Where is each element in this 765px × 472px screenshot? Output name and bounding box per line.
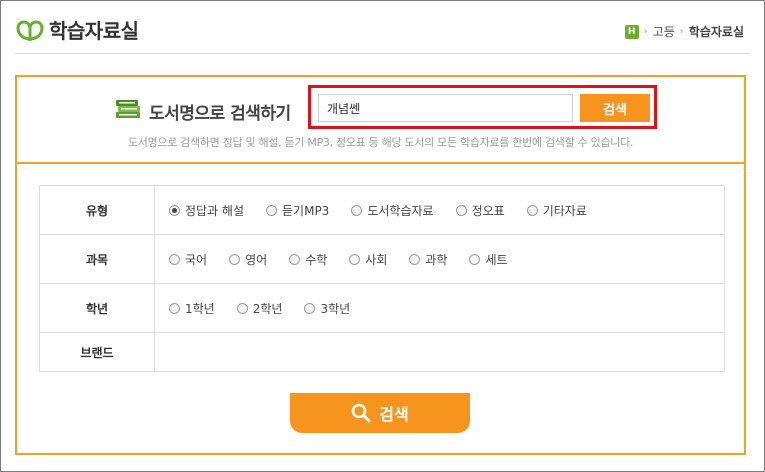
book-search-title: 도서명으로 검색하기 [113, 97, 291, 125]
filter-option[interactable]: 2학년 [236, 300, 283, 317]
main-search-button[interactable]: 검색 [290, 393, 470, 433]
leaf-logo-icon [16, 19, 44, 41]
filter-row: 유형 정답과 해설 듣기MP3 도서학습자료 정오표 기타자료 [39, 185, 725, 235]
breadcrumb: H › 고등 › 학습자료실 [624, 23, 744, 40]
radio-button[interactable] [169, 204, 180, 216]
radio-button[interactable] [169, 302, 180, 314]
filter-options: 정답과 해설 듣기MP3 도서학습자료 정오표 기타자료 [154, 185, 725, 235]
radio-button[interactable] [169, 253, 180, 265]
breadcrumb-item-current: 학습자료실 [688, 25, 744, 39]
book-search-button[interactable]: 검색 [580, 94, 650, 122]
book-search-section: 도서명으로 검색하기 검색 도서명으로 검색하면 정답 및 해설, 듣기 MP3… [17, 77, 744, 164]
home-icon[interactable]: H [624, 24, 639, 39]
radio-button[interactable] [349, 253, 361, 265]
filter-option[interactable]: 영어 [229, 251, 267, 268]
filter-option-label: 기타자료 [542, 203, 587, 218]
filter-option[interactable]: 정답과 해설 [169, 202, 244, 219]
filter-option-label: 사회 [365, 252, 388, 267]
filter-row: 브랜드 [39, 332, 725, 372]
filter-option[interactable]: 도서학습자료 [351, 202, 434, 219]
chevron-right-icon: › [679, 26, 684, 37]
filter-option[interactable]: 1학년 [169, 300, 215, 317]
page-frame: 학습자료실 H › 고등 › 학습자료실 도서명으로 검색하기 개념쎈 검색 도… [0, 0, 765, 472]
filter-row: 학년 1학년 2학년 3학년 [39, 283, 725, 333]
book-search-title-text: 도서명으로 검색하기 [149, 103, 291, 124]
logo-text: 학습자료실 [49, 19, 139, 43]
search-panel: 도서명으로 검색하기 검색 도서명으로 검색하면 정답 및 해설, 듣기 MP3… [15, 75, 746, 455]
filter-label: 과목 [39, 234, 155, 284]
filter-option[interactable]: 사회 [349, 251, 387, 268]
filter-option-label: 정답과 해설 [185, 203, 245, 218]
filter-option[interactable]: 국어 [169, 251, 207, 268]
filter-label: 브랜드 [39, 332, 155, 372]
radio-button[interactable] [469, 253, 481, 265]
filter-table: 유형 정답과 해설 듣기MP3 도서학습자료 정오표 기타자료과목 국어 영어 수학 사회 과학 세트… [39, 185, 725, 372]
header-divider [15, 53, 750, 54]
filter-option-label: 세트 [485, 252, 508, 267]
chevron-right-icon: › [643, 26, 648, 37]
radio-button[interactable] [289, 253, 301, 265]
radio-button[interactable] [409, 253, 421, 265]
radio-button[interactable] [304, 302, 316, 314]
logo[interactable]: 학습자료실 [15, 15, 139, 44]
main-search-label: 검색 [379, 405, 409, 424]
filter-options: 1학년 2학년 3학년 [154, 283, 725, 333]
breadcrumb-item-level1[interactable]: 고등 [653, 23, 675, 40]
filter-option[interactable]: 듣기MP3 [266, 202, 329, 219]
filter-option-label: 1학년 [185, 301, 215, 316]
filter-option-label: 영어 [245, 252, 268, 267]
filter-option-label: 듣기MP3 [282, 203, 330, 218]
filter-options [154, 332, 725, 372]
search-description: 도서명으로 검색하면 정답 및 해설, 듣기 MP3, 정오표 등 해당 도서의… [127, 136, 634, 149]
filter-option-label: 국어 [185, 252, 208, 267]
radio-button[interactable] [236, 302, 248, 314]
filter-option[interactable]: 과학 [409, 251, 447, 268]
filter-option[interactable]: 3학년 [304, 300, 350, 317]
radio-button[interactable] [266, 204, 278, 216]
filter-option-label: 수학 [305, 252, 328, 267]
radio-button[interactable] [455, 204, 467, 216]
filter-option[interactable]: 정오표 [455, 202, 505, 219]
filter-options: 국어 영어 수학 사회 과학 세트 [154, 234, 725, 284]
filter-option-label: 2학년 [252, 301, 283, 316]
filter-label: 학년 [39, 283, 155, 333]
search-highlight-box: 검색 [308, 85, 657, 129]
filter-option[interactable]: 세트 [469, 251, 508, 268]
filter-option[interactable]: 기타자료 [526, 202, 587, 219]
book-search-input[interactable] [318, 94, 573, 122]
filter-option-label: 과학 [425, 252, 448, 267]
filter-option[interactable]: 수학 [289, 251, 327, 268]
radio-button[interactable] [351, 204, 363, 216]
filter-row: 과목 국어 영어 수학 사회 과학 세트 [39, 234, 725, 284]
radio-button[interactable] [526, 204, 538, 216]
filter-option-label: 3학년 [320, 301, 351, 316]
filter-option-label: 도서학습자료 [367, 203, 434, 218]
radio-button[interactable] [229, 253, 241, 265]
filter-label: 유형 [39, 185, 155, 235]
search-icon [351, 403, 371, 423]
filter-option-label: 정오표 [471, 203, 505, 218]
books-icon [113, 97, 143, 125]
